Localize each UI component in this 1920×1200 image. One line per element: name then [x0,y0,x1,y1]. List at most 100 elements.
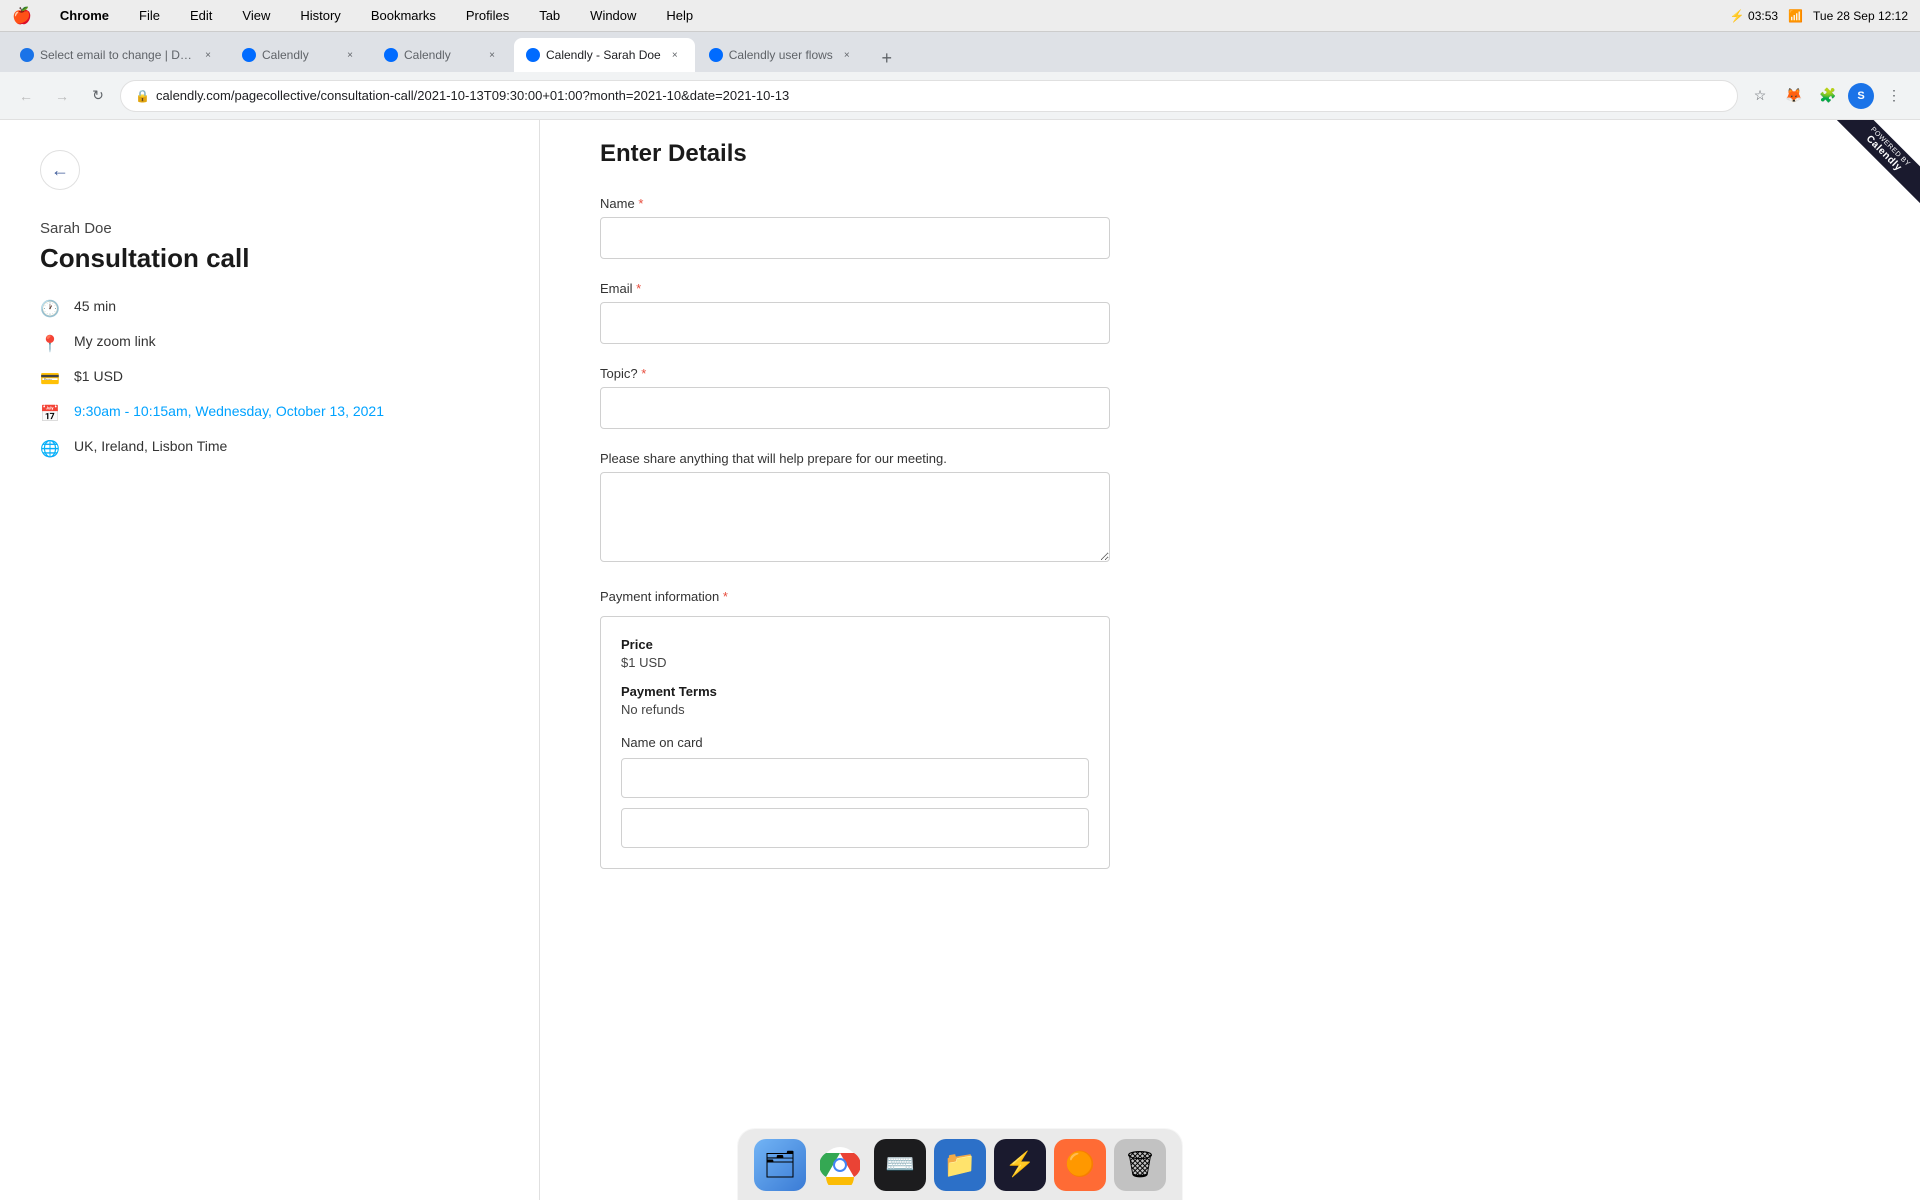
email-input[interactable] [600,302,1110,344]
menu-bar-right: ⚡ 03:53 📶 Tue 28 Sep 12:12 [1730,9,1908,23]
tab2-favicon [242,48,256,62]
form-title: Enter Details [600,140,1860,168]
notes-field-group: Please share anything that will help pre… [600,451,1860,567]
menu-profiles[interactable]: Profiles [460,6,515,25]
battery-status: ⚡ 03:53 [1730,9,1778,23]
security-icon: 🔒 [135,89,150,103]
name-field-group: Name * [600,196,1860,259]
tab1-favicon [20,48,34,62]
bookmark-star-button[interactable]: ☆ [1746,82,1774,110]
tab4-close[interactable]: × [667,47,683,63]
topic-required: * [641,366,646,381]
tab5-label: Calendly user flows [729,48,833,62]
menu-window[interactable]: Window [584,6,642,25]
meta-timezone: 🌐 UK, Ireland, Lisbon Time [40,438,499,459]
dock-finder[interactable]: 🗂 [754,1139,806,1191]
topic-label: Topic? * [600,366,1860,381]
apple-menu[interactable]: 🍎 [12,6,32,26]
notes-textarea[interactable] [600,472,1110,562]
tab3-favicon [384,48,398,62]
tab-calendly-3[interactable]: Calendly × [372,38,512,72]
event-meta: 🕐 45 min 📍 My zoom link 💳 $1 USD 📅 9:30a… [40,298,499,459]
event-title: Consultation call [40,243,499,274]
watermark-banner: POWERED BY Calendly [1833,120,1920,204]
browser-window: Select email to change | Djang... × Cale… [0,32,1920,1200]
dock-terminal[interactable]: ⌨️ [874,1139,926,1191]
back-button[interactable]: ← [12,82,40,110]
payment-terms-value: No refunds [621,702,1089,717]
dock-trash[interactable]: 🗑 [1114,1139,1166,1191]
payment-box: Price $1 USD Payment Terms No refunds Na… [600,616,1110,869]
tab2-close[interactable]: × [342,47,358,63]
forward-button[interactable]: → [48,82,76,110]
email-label: Email * [600,281,1860,296]
reload-button[interactable]: ↻ [84,82,112,110]
card-name-input[interactable] [621,758,1089,798]
dock-files[interactable]: 📁 [934,1139,986,1191]
payment-icon: 💳 [40,369,62,389]
tab5-close[interactable]: × [839,47,855,63]
menu-bar: 🍎 Chrome File Edit View History Bookmark… [0,0,1920,32]
user-name: Sarah Doe [40,220,499,237]
datetime-text: 9:30am - 10:15am, Wednesday, October 13,… [74,403,384,419]
menu-help[interactable]: Help [660,6,699,25]
tab-sarah-doe[interactable]: Calendly - Sarah Doe × [514,38,695,72]
menu-button[interactable]: ⋮ [1880,82,1908,110]
extensions-button[interactable]: 🧩 [1814,82,1842,110]
url-text: calendly.com/pagecollective/consultation… [156,88,1723,103]
right-panel: POWERED BY Calendly Enter Details Name *… [540,120,1920,1200]
topic-input[interactable] [600,387,1110,429]
meta-price: 💳 $1 USD [40,368,499,389]
url-bar[interactable]: 🔒 calendly.com/pagecollective/consultati… [120,80,1738,112]
meta-duration: 🕐 45 min [40,298,499,319]
name-input[interactable] [600,217,1110,259]
card-number-input[interactable] [621,808,1089,848]
dock-app6[interactable]: 🟠 [1054,1139,1106,1191]
tab1-close[interactable]: × [200,47,216,63]
clock-icon: 🕐 [40,299,62,319]
page-content: ← Sarah Doe Consultation call 🕐 45 min 📍… [0,120,1920,1200]
clock: Tue 28 Sep 12:12 [1813,9,1908,23]
name-required: * [638,196,643,211]
tab4-favicon [526,48,540,62]
tab-django[interactable]: Select email to change | Djang... × [8,38,228,72]
tab5-favicon [709,48,723,62]
menu-file[interactable]: File [133,6,166,25]
new-tab-button[interactable]: + [873,44,901,72]
notes-label: Please share anything that will help pre… [600,451,1860,466]
tab-bar: Select email to change | Djang... × Cale… [0,32,1920,72]
payment-field-group: Payment information * Price $1 USD Payme… [600,589,1860,869]
wifi-icon: 📶 [1788,9,1803,23]
back-button[interactable]: ← [40,150,80,190]
topic-field-group: Topic? * [600,366,1860,429]
dock-chrome[interactable] [814,1139,866,1191]
menu-bookmarks[interactable]: Bookmarks [365,6,442,25]
toolbar-right: ☆ 🦊 🧩 S ⋮ [1746,82,1908,110]
calendly-watermark: POWERED BY Calendly [1830,120,1920,210]
name-label: Name * [600,196,1860,211]
menu-history[interactable]: History [294,6,346,25]
email-field-group: Email * [600,281,1860,344]
tab-user-flows[interactable]: Calendly user flows × [697,38,867,72]
profile-button[interactable]: S [1848,83,1874,109]
location-text: My zoom link [74,333,156,349]
payment-terms-header: Payment Terms [621,684,1089,699]
menu-edit[interactable]: Edit [184,6,218,25]
meta-datetime: 📅 9:30am - 10:15am, Wednesday, October 1… [40,403,499,424]
address-bar: ← → ↻ 🔒 calendly.com/pagecollective/cons… [0,72,1920,120]
tab-calendly-2[interactable]: Calendly × [230,38,370,72]
dock-topnotch[interactable]: ⚡ [994,1139,1046,1191]
menu-tab[interactable]: Tab [533,6,566,25]
dock: 🗂 ⌨️ 📁 ⚡ 🟠 🗑 [737,1128,1183,1200]
fox-icon[interactable]: 🦊 [1780,82,1808,110]
price-text: $1 USD [74,368,123,384]
tab3-label: Calendly [404,48,478,62]
left-panel: ← Sarah Doe Consultation call 🕐 45 min 📍… [0,120,540,1200]
tab4-label: Calendly - Sarah Doe [546,48,661,62]
menu-chrome[interactable]: Chrome [54,6,115,25]
price-header: Price [621,637,1089,652]
price-amount: $1 USD [621,655,1089,670]
tab3-close[interactable]: × [484,47,500,63]
location-icon: 📍 [40,334,62,354]
menu-view[interactable]: View [236,6,276,25]
